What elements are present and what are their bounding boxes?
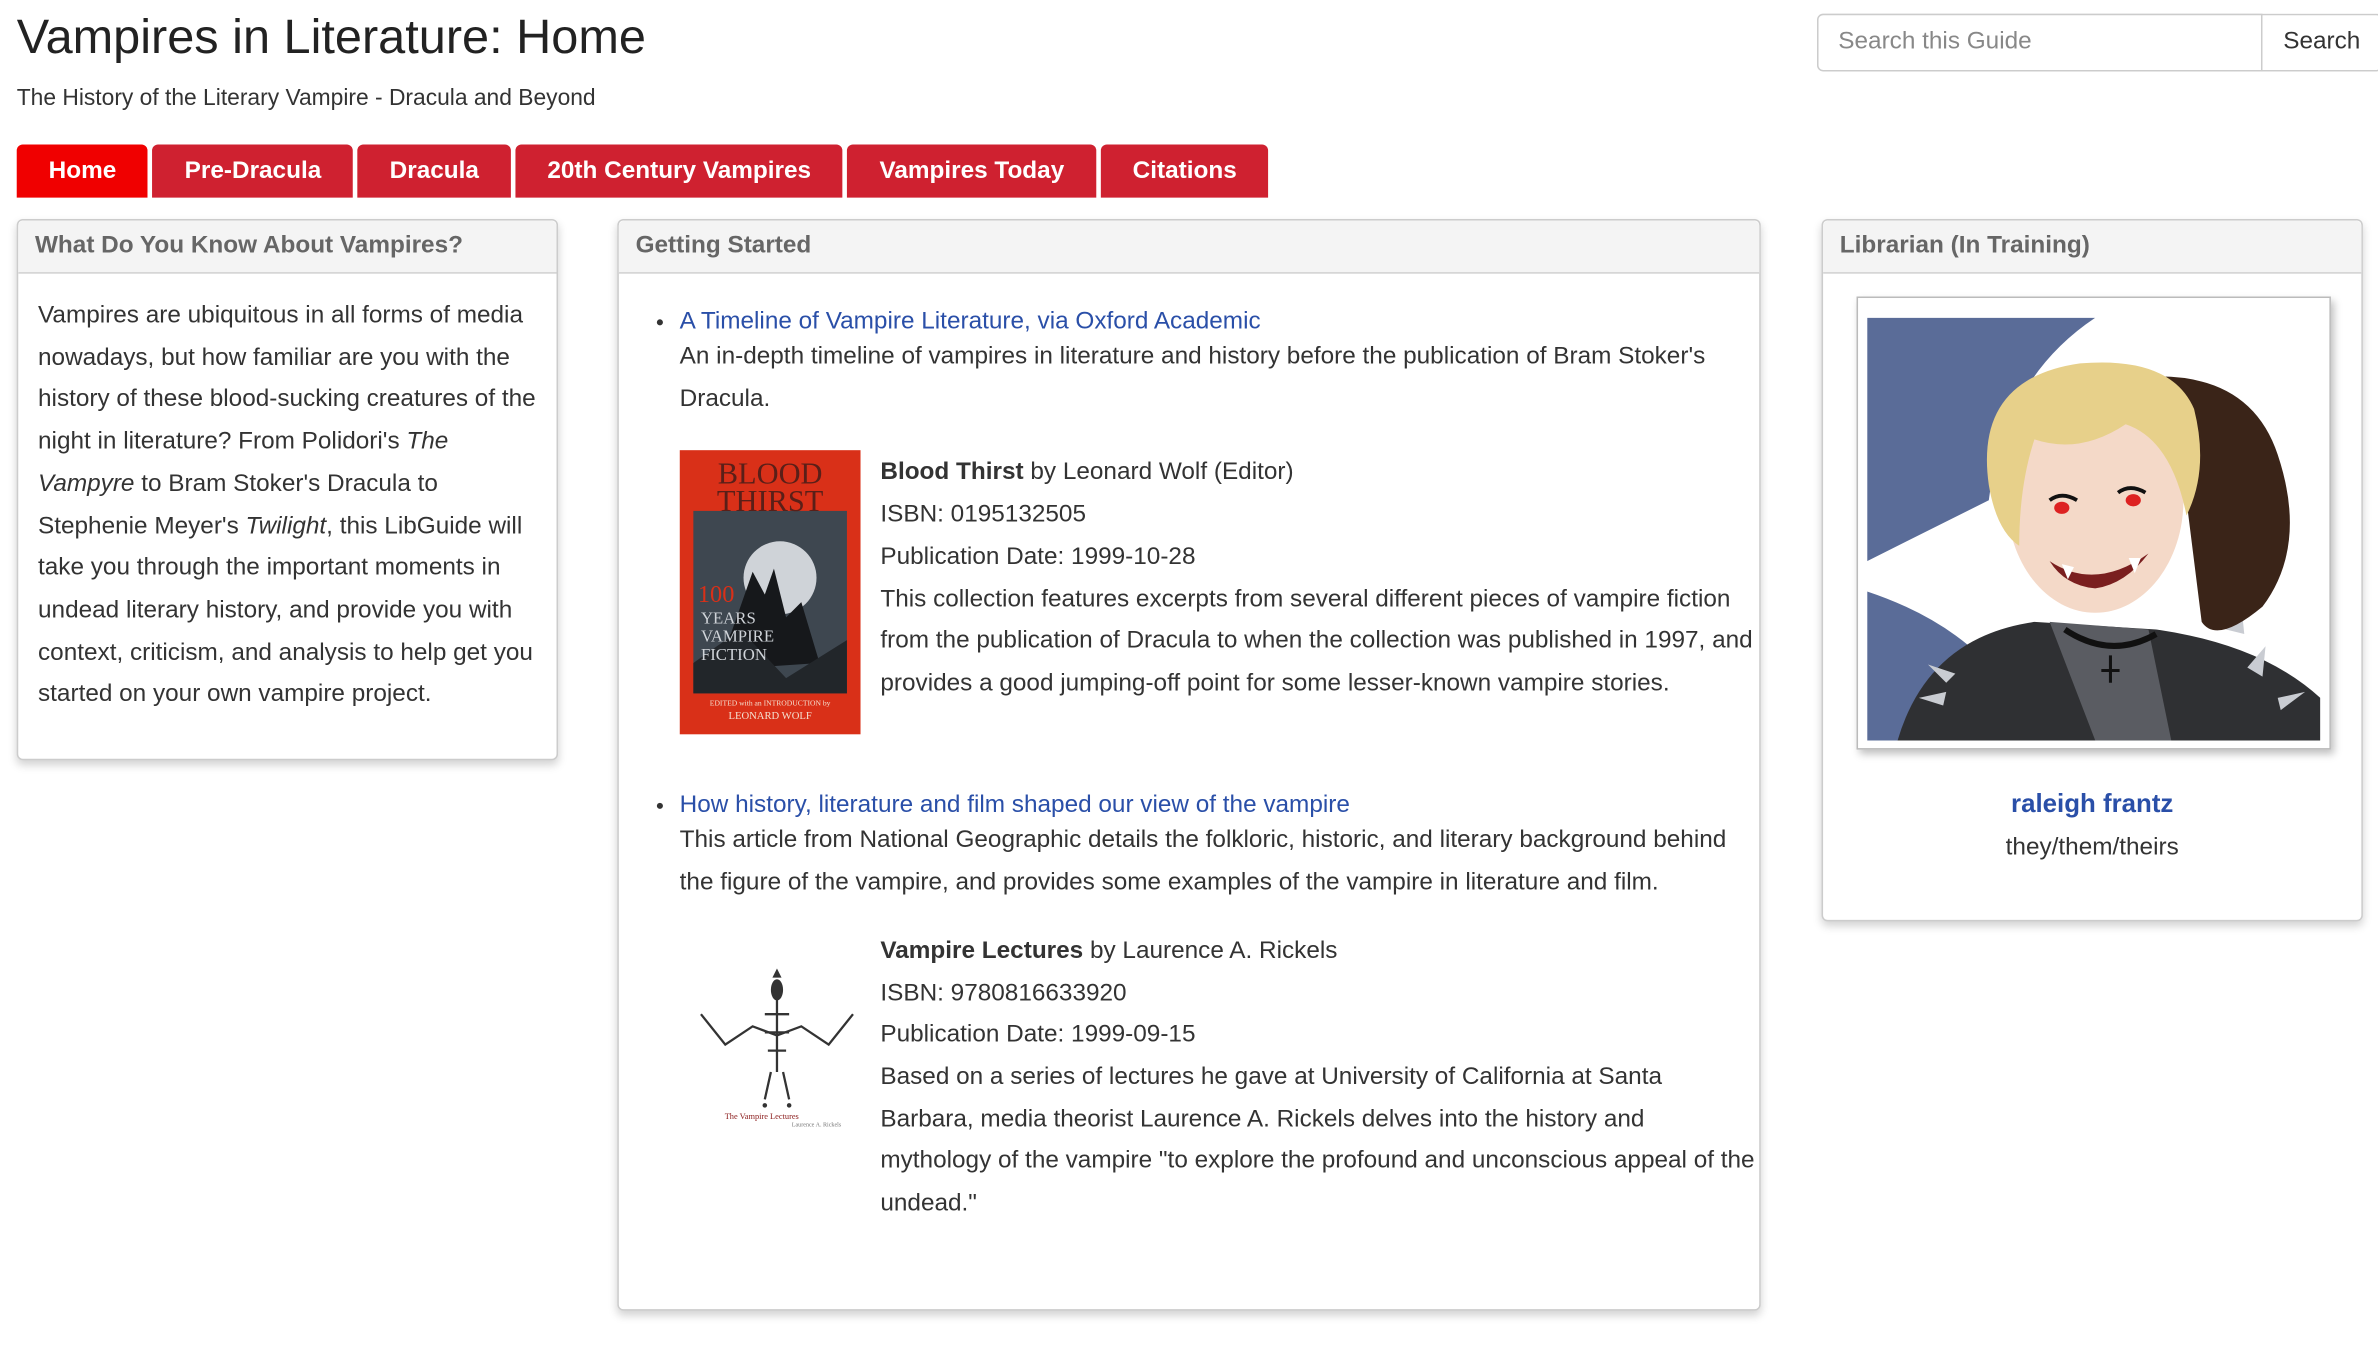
tab-home[interactable]: Home — [16, 144, 149, 198]
svg-text:The Vampire Lectures: The Vampire Lectures — [725, 1112, 799, 1121]
book-title: Vampire Lectures — [880, 937, 1084, 964]
book-entry: BLOOD THIRST 100 YEARS VAMPIRE FICTION E… — [679, 450, 1760, 743]
about-vampires-box: What Do You Know About Vampires? Vampire… — [16, 218, 559, 761]
tab-pre-dracula[interactable]: Pre-Dracula — [152, 144, 354, 198]
getting-started-box: Getting Started A Timeline of Vampire Li… — [617, 218, 1761, 1311]
book-summary: Based on a series of lectures he gave at… — [880, 1064, 1755, 1217]
book-details: Blood Thirst by Leonard Wolf (Editor) IS… — [880, 452, 1759, 742]
tab-dracula[interactable]: Dracula — [357, 144, 511, 198]
search-input[interactable] — [1816, 13, 2263, 72]
book-entry: The Vampire Lectures Laurence A. Rickels… — [679, 934, 1760, 1225]
page: Vampires in Literature: Home The History… — [0, 0, 2378, 1347]
book-isbn: ISBN: 0195132505 — [880, 501, 1086, 528]
search-button[interactable]: Search — [2262, 13, 2378, 72]
tab-vampires-today[interactable]: Vampires Today — [847, 144, 1097, 198]
natgeo-article-link[interactable]: How history, literature and film shaped … — [680, 793, 1350, 819]
book-title-line: Blood Thirst by Leonard Wolf (Editor) — [880, 452, 1759, 494]
about-box-text: Vampires are ubiquitous in all forms of … — [18, 274, 556, 717]
svg-text:100: 100 — [698, 582, 734, 609]
svg-text:Laurence A. Rickels: Laurence A. Rickels — [792, 1122, 842, 1128]
resource-description: This article from National Geographic de… — [679, 827, 1727, 896]
svg-text:EDITED with an INTRODUCTION by: EDITED with an INTRODUCTION by — [710, 699, 831, 708]
list-item: How history, literature and film shaped … — [679, 793, 1760, 1225]
book-publication-date: Publication Date: 1999-09-15 — [880, 1022, 1196, 1048]
librarian-box-heading: Librarian (In Training) — [1823, 220, 2362, 274]
book-author: by Leonard Wolf (Editor) — [1023, 459, 1294, 486]
book-title-line: Vampire Lectures by Laurence A. Rickels — [880, 930, 1759, 972]
page-subtitle: The History of the Literary Vampire - Dr… — [16, 85, 596, 111]
resource-list: A Timeline of Vampire Literature, via Ox… — [619, 274, 1759, 1225]
blood-thirst-cover-image[interactable]: BLOOD THIRST 100 YEARS VAMPIRE FICTION E… — [679, 450, 861, 743]
resource-description: An in-depth timeline of vampires in lite… — [679, 343, 1706, 412]
svg-text:YEARS: YEARS — [701, 609, 756, 628]
book-publication-date: Publication Date: 1999-10-28 — [880, 544, 1196, 570]
book-details: Vampire Lectures by Laurence A. Rickels … — [880, 930, 1759, 1225]
about-box-heading: What Do You Know About Vampires? — [18, 220, 557, 274]
librarian-name-link[interactable]: raleigh frantz — [1823, 789, 2361, 819]
oxford-timeline-link[interactable]: A Timeline of Vampire Literature, via Ox… — [680, 309, 1261, 335]
librarian-avatar[interactable] — [1856, 296, 2331, 750]
page-title: Vampires in Literature: Home — [16, 9, 646, 64]
getting-started-heading: Getting Started — [618, 220, 1760, 274]
book-title: Blood Thirst — [880, 459, 1024, 486]
book-summary: This collection features excerpts from s… — [880, 586, 1753, 697]
about-text-part: , this LibGuide will take you through th… — [38, 513, 533, 708]
about-text-italic: Twilight — [245, 513, 327, 540]
librarian-box: Librarian (In Training) raleigh frantz t… — [1821, 218, 2363, 922]
tab-20th-century-vampires[interactable]: 20th Century Vampires — [515, 144, 843, 198]
book-author: by Laurence A. Rickels — [1083, 937, 1338, 964]
vampire-lectures-cover-image[interactable]: The Vampire Lectures Laurence A. Rickels — [679, 934, 861, 1225]
svg-text:LEONARD WOLF: LEONARD WOLF — [728, 712, 811, 723]
list-item: A Timeline of Vampire Literature, via Ox… — [679, 309, 1760, 743]
svg-text:FICTION: FICTION — [701, 646, 767, 665]
librarian-pronouns: they/them/theirs — [2005, 834, 2179, 861]
guide-nav: Home Pre-Dracula Dracula 20th Century Va… — [16, 144, 1269, 198]
about-text-part: Vampires are ubiquitous in all forms of … — [38, 302, 536, 455]
book-isbn: ISBN: 9780816633920 — [880, 979, 1127, 1006]
tab-citations[interactable]: Citations — [1100, 144, 1269, 198]
search-form: Search — [1816, 13, 2378, 72]
svg-text:THIRST: THIRST — [717, 485, 824, 519]
svg-text:VAMPIRE: VAMPIRE — [701, 627, 774, 646]
